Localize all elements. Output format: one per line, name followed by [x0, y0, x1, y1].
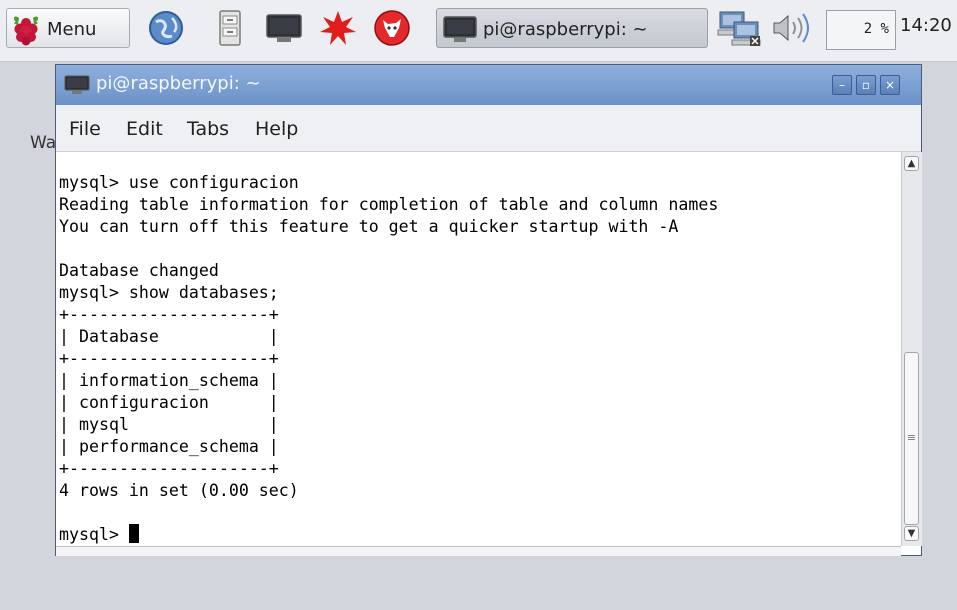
terminal-icon: [264, 8, 304, 48]
terminal-line: +--------------------+: [59, 349, 279, 368]
volume-indicator[interactable]: [768, 8, 820, 48]
terminal-line: Reading table information for completion…: [59, 195, 719, 214]
scroll-thumb[interactable]: ≡: [904, 352, 919, 525]
terminal-line: | configuracion |: [59, 393, 279, 412]
volume-icon: [768, 13, 820, 52]
terminal-line: 4 rows in set (0.00 sec): [59, 481, 299, 500]
network-indicator[interactable]: [716, 8, 764, 48]
menu-button[interactable]: Menu: [6, 8, 130, 48]
raspberry-icon: [10, 12, 42, 50]
grip-icon: ≡: [906, 431, 917, 444]
wolfram-launcher[interactable]: [318, 8, 358, 48]
terminal-line: You can turn off this feature to get a q…: [59, 217, 679, 236]
horizontal-scrollbar[interactable]: [56, 546, 901, 556]
maximize-button[interactable]: ▫: [856, 75, 876, 95]
menu-tabs[interactable]: Tabs: [187, 118, 229, 140]
cpu-monitor[interactable]: 2 %: [826, 10, 896, 50]
terminal-icon: [443, 15, 477, 47]
terminal-line: mysql> use configuracion: [59, 173, 299, 192]
desktop-label: Wa: [30, 133, 57, 153]
maximize-icon: ▫: [861, 78, 871, 92]
terminal-output: mysql> use configuracion Reading table i…: [59, 172, 718, 546]
text-cursor: [128, 524, 139, 543]
menu-file[interactable]: File: [69, 118, 101, 140]
terminal-line: mysql> show databases;: [59, 283, 279, 302]
terminal-line: | information_schema |: [59, 371, 279, 390]
terminal-prompt: mysql>: [59, 525, 129, 544]
terminal-line: | Database |: [59, 327, 279, 346]
terminal-window: pi@raspberrypi: ~ – ▫ × File Edit Tabs H…: [55, 64, 922, 556]
close-button[interactable]: ×: [880, 75, 900, 95]
window-title: pi@raspberrypi: ~: [96, 73, 261, 94]
taskbar-terminal-label: pi@raspberrypi: ~: [483, 19, 648, 40]
clock[interactable]: 14:20: [900, 15, 952, 36]
file-manager-launcher[interactable]: [210, 8, 250, 48]
terminal-area[interactable]: mysql> use configuracion Reading table i…: [56, 152, 901, 546]
wolfram-icon: [318, 8, 358, 48]
menu-edit[interactable]: Edit: [126, 118, 163, 140]
menu-help[interactable]: Help: [255, 118, 298, 140]
chevron-up-icon: ▲: [907, 158, 916, 169]
minimize-button[interactable]: –: [832, 75, 852, 95]
terminal-launcher[interactable]: [264, 8, 304, 48]
top-panel: Menu pi@raspberrypi: ~ 2 % 14:20: [0, 0, 957, 62]
web-browser-icon: [146, 8, 186, 48]
vertical-scrollbar[interactable]: ▲ ≡ ▼: [901, 152, 922, 546]
menu-label: Menu: [47, 19, 97, 40]
taskbar-terminal-button[interactable]: pi@raspberrypi: ~: [436, 8, 708, 48]
terminal-line: +--------------------+: [59, 305, 279, 324]
scroll-down-button[interactable]: ▼: [904, 526, 919, 541]
terminal-icon: [64, 75, 90, 99]
scroll-up-button[interactable]: ▲: [904, 156, 919, 171]
web-browser-launcher[interactable]: [146, 8, 186, 48]
terminal-line: +--------------------+: [59, 459, 279, 478]
minimize-icon: –: [839, 78, 845, 92]
chevron-down-icon: ▼: [907, 528, 916, 539]
terminal-line: Database changed: [59, 261, 219, 280]
window-menubar: File Edit Tabs Help: [56, 105, 921, 152]
terminal-line: | performance_schema |: [59, 437, 279, 456]
file-manager-icon: [210, 8, 250, 48]
cpu-usage-value: 2 %: [863, 21, 889, 37]
close-icon: ×: [884, 78, 896, 92]
network-icon: [716, 11, 764, 52]
terminal-line: | mysql |: [59, 415, 279, 434]
window-titlebar[interactable]: pi@raspberrypi: ~ – ▫ ×: [56, 65, 921, 105]
mathematica-icon: [372, 8, 412, 48]
mathematica-launcher[interactable]: [372, 8, 412, 48]
